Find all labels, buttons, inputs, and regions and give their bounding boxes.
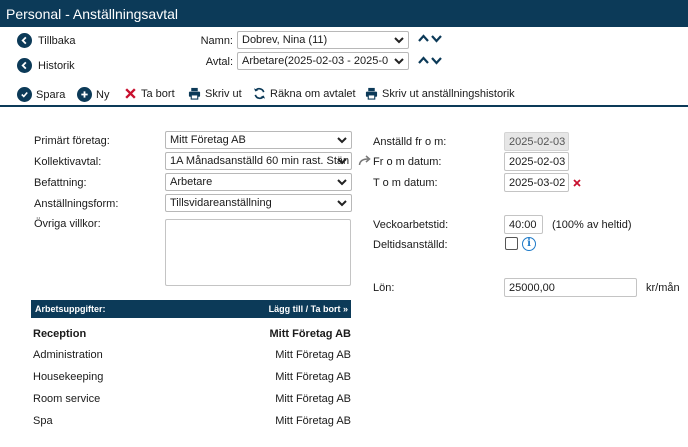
save-label: Spara [36, 88, 66, 101]
chevron-down-icon [337, 200, 347, 207]
history-link[interactable]: Historik [17, 58, 75, 73]
window-title: Personal - Anställningsavtal [0, 0, 688, 27]
part-time-label: Deltidsanställd: [373, 239, 448, 251]
task-name: Room service [33, 393, 101, 405]
weekly-hours-note: (100% av heltid) [552, 219, 632, 231]
chevron-up-icon[interactable] [418, 34, 429, 43]
tasks-header: Arbetsuppgifter: Lägg till / Ta bort » [31, 300, 351, 318]
chevron-down-icon[interactable] [431, 56, 442, 65]
table-row[interactable]: Administration Mitt Företag AB [31, 345, 351, 366]
printer-icon [365, 87, 378, 100]
company-label: Primärt företag: [34, 135, 110, 147]
task-company: Mitt Företag AB [269, 328, 351, 340]
chevron-up-icon[interactable] [418, 56, 429, 65]
name-label: Namn: [200, 35, 233, 47]
check-icon [17, 87, 32, 102]
employed-from-label: Anställd fr o m: [373, 136, 447, 148]
plus-icon [77, 87, 92, 102]
info-icon[interactable]: i [522, 237, 536, 251]
employee-select-value: Dobrev, Nina (11) [242, 34, 328, 46]
task-name: Reception [33, 328, 87, 340]
from-date-field[interactable]: 2025-02-03 [504, 152, 569, 171]
contract-select[interactable]: Arbetare(2025-02-03 - 2025-0 [237, 52, 409, 70]
agreement-select-value: 1A Månadsanställd 60 min rast. Stän [170, 155, 350, 167]
part-time-checkbox[interactable] [505, 237, 518, 250]
chevron-down-icon [337, 158, 347, 165]
refresh-icon [253, 87, 266, 100]
table-row[interactable]: Housekeeping Mitt Företag AB [31, 367, 351, 388]
from-date-label: Fr o m datum: [373, 156, 442, 168]
table-row[interactable]: Room service Mitt Företag AB [31, 389, 351, 410]
history-label: Historik [38, 59, 75, 72]
task-company: Mitt Företag AB [275, 415, 351, 427]
arrow-left-icon [17, 58, 32, 73]
employee-select[interactable]: Dobrev, Nina (11) [237, 31, 409, 49]
to-date-field[interactable]: 2025-03-02 [504, 173, 569, 192]
print-button[interactable]: Skriv ut [188, 87, 242, 100]
position-label: Befattning: [34, 177, 87, 189]
close-icon [125, 88, 136, 99]
contract-select-value: Arbetare(2025-02-03 - 2025-0 [242, 55, 389, 67]
chevron-down-icon [337, 137, 347, 144]
task-company: Mitt Företag AB [275, 393, 351, 405]
chevron-down-icon [394, 37, 404, 44]
back-label: Tillbaka [38, 34, 76, 47]
salary-label: Lön: [373, 282, 395, 294]
tasks-title: Arbetsuppgifter: [35, 304, 106, 314]
clear-date-icon[interactable] [573, 179, 581, 187]
toolbar: Spara Ny Ta bort Skriv ut Räkna om avtal… [0, 83, 688, 107]
recalculate-button[interactable]: Räkna om avtalet [253, 87, 356, 100]
task-name: Spa [33, 415, 53, 427]
employment-form-label: Anställningsform: [34, 198, 119, 210]
employed-from-field: 2025-02-03 [504, 132, 569, 151]
company-select[interactable]: Mitt Företag AB [165, 131, 352, 149]
contract-label: Avtal: [205, 56, 233, 68]
to-date-label: T o m datum: [373, 177, 438, 189]
printer-icon [188, 87, 201, 100]
position-select-value: Arbetare [170, 176, 213, 188]
agreement-select[interactable]: 1A Månadsanställd 60 min rast. Stän [165, 152, 352, 170]
salary-field[interactable]: 25000,00 [504, 278, 637, 297]
chevron-down-icon [394, 58, 404, 65]
company-select-value: Mitt Företag AB [170, 134, 246, 146]
chevron-down-icon [337, 179, 347, 186]
back-link[interactable]: Tillbaka [17, 33, 76, 48]
recalculate-label: Räkna om avtalet [270, 87, 356, 100]
position-select[interactable]: Arbetare [165, 173, 352, 191]
arrow-left-icon [17, 33, 32, 48]
tasks-add-remove-link[interactable]: Lägg till / Ta bort » [269, 304, 348, 314]
save-button[interactable]: Spara [17, 87, 65, 102]
table-row[interactable]: Spa Mitt Företag AB [31, 411, 351, 432]
print-history-button[interactable]: Skriv ut anställningshistorik [365, 87, 515, 100]
other-terms-label: Övriga villkor: [34, 218, 101, 230]
task-name: Housekeeping [33, 371, 104, 383]
task-company: Mitt Företag AB [275, 371, 351, 383]
return-arrow-icon [358, 155, 371, 166]
task-name: Administration [33, 349, 103, 361]
weekly-hours-label: Veckoarbetstid: [373, 219, 449, 231]
delete-label: Ta bort [141, 87, 175, 100]
delete-button[interactable]: Ta bort [124, 87, 175, 100]
weekly-hours-field[interactable]: 40:00 [504, 215, 543, 234]
table-row[interactable]: Reception Mitt Företag AB [31, 324, 351, 345]
new-button[interactable]: Ny [77, 87, 109, 102]
chevron-down-icon[interactable] [431, 34, 442, 43]
new-label: Ny [96, 88, 110, 101]
employment-form-select[interactable]: Tillsvidareanställning [165, 194, 352, 212]
salary-unit: kr/mån [646, 282, 680, 294]
task-company: Mitt Företag AB [275, 349, 351, 361]
employment-form-select-value: Tillsvidareanställning [170, 197, 272, 209]
print-label: Skriv ut [205, 87, 242, 100]
agreement-label: Kollektivavtal: [34, 156, 102, 168]
print-history-label: Skriv ut anställningshistorik [382, 87, 515, 100]
other-terms-textarea[interactable] [165, 219, 351, 286]
